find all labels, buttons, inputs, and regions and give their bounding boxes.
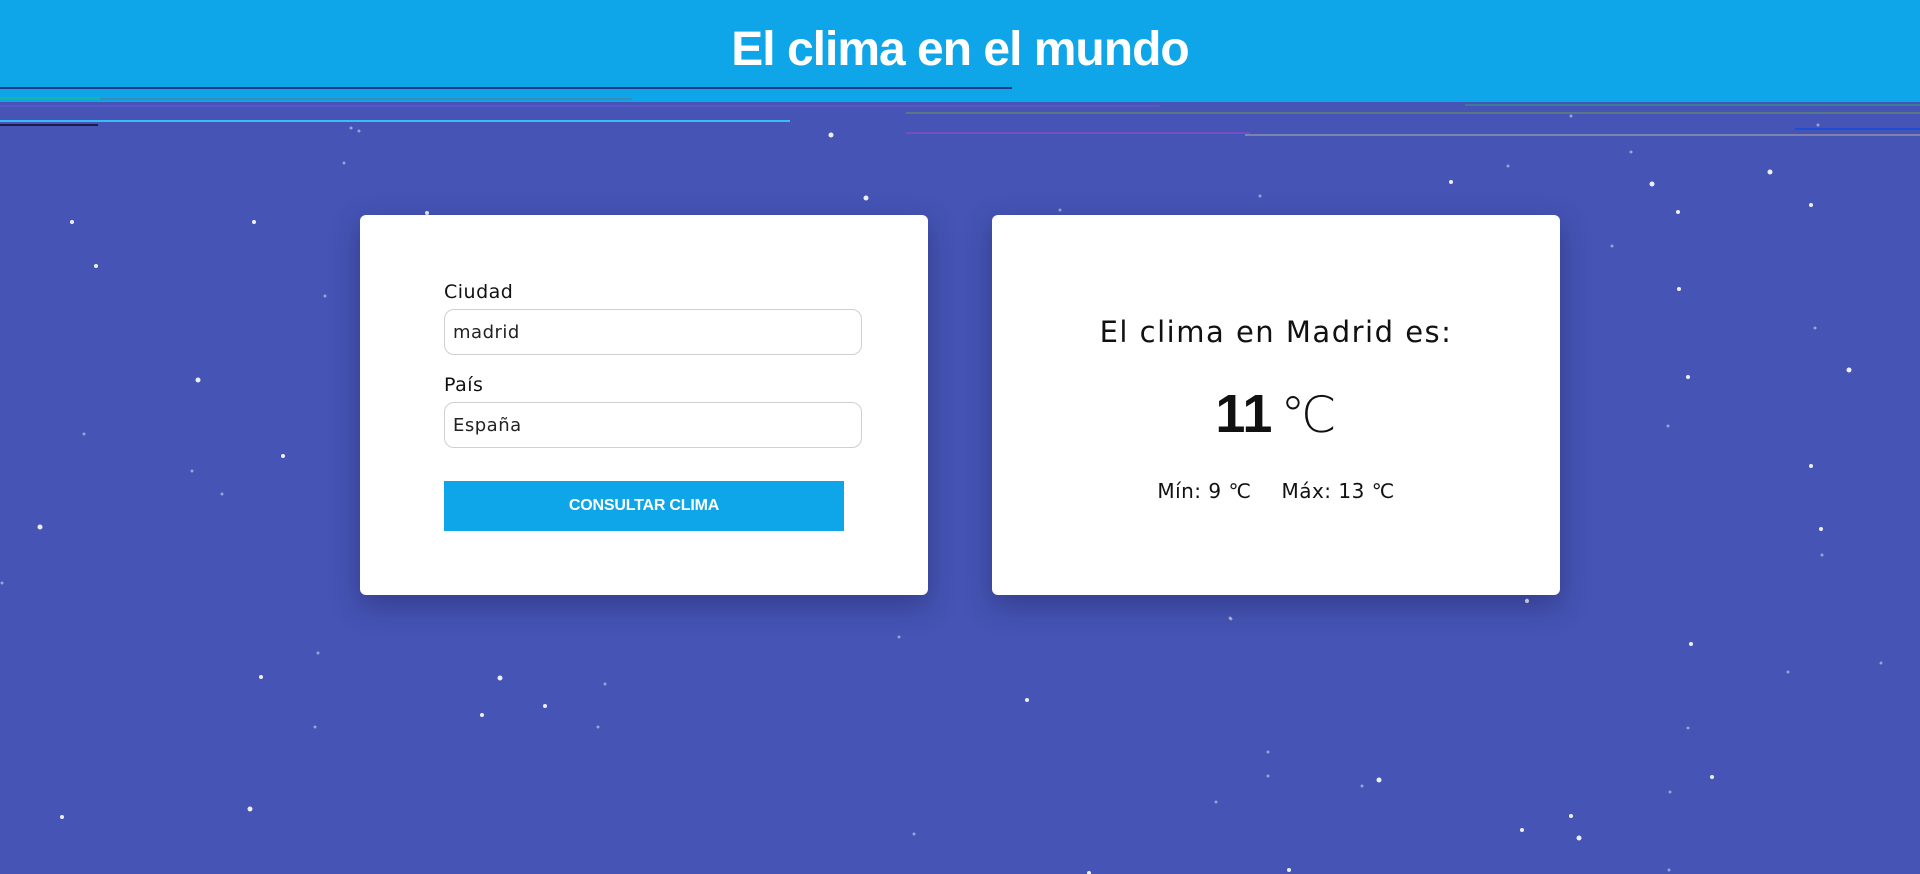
star-dot xyxy=(259,675,263,679)
weather-result-card: El clima en Madrid es: 11 ℃ Mín: 9 ℃ Máx: … xyxy=(992,215,1560,595)
max-temperature: Máx: 13 ℃ xyxy=(1281,479,1395,503)
star-dot xyxy=(1569,114,1573,118)
star-dot xyxy=(82,432,86,436)
star-dot xyxy=(1786,670,1790,674)
star-dot xyxy=(190,469,194,473)
city-label: Ciudad xyxy=(444,281,514,303)
star-dot xyxy=(828,132,834,138)
result-heading: El clima en Madrid es: xyxy=(1099,315,1453,349)
star-dot xyxy=(1879,661,1883,665)
star-dot xyxy=(912,832,916,836)
star-dot xyxy=(281,454,285,458)
star-dot xyxy=(1819,527,1823,531)
star-dot xyxy=(480,713,484,717)
star-dot xyxy=(897,635,901,639)
star-dot xyxy=(94,264,98,268)
star-dot xyxy=(1228,616,1232,620)
star-dot xyxy=(1649,181,1655,187)
star-dot xyxy=(1449,180,1453,184)
star-dot xyxy=(37,524,43,530)
min-temperature: Mín: 9 ℃ xyxy=(1157,479,1252,503)
star-dot xyxy=(1809,464,1813,468)
star-dot xyxy=(316,651,320,655)
star-dot xyxy=(1816,123,1820,127)
country-input[interactable] xyxy=(444,402,862,448)
star-dot xyxy=(1813,326,1817,330)
temperature-range: Mín: 9 ℃ Máx: 13 ℃ xyxy=(992,479,1560,503)
star-dot xyxy=(1376,777,1382,783)
star-dot xyxy=(1676,210,1680,214)
star-dot xyxy=(1229,617,1233,621)
city-input[interactable] xyxy=(444,309,862,355)
star-dot xyxy=(1287,868,1291,872)
star-dot xyxy=(863,195,869,201)
star-dot xyxy=(1677,287,1681,291)
star-dot xyxy=(1360,784,1364,788)
star-dot xyxy=(1668,790,1672,794)
star-dot xyxy=(357,129,361,133)
star-dot xyxy=(220,492,224,496)
star-dot xyxy=(1686,375,1690,379)
star-dot xyxy=(603,682,607,686)
star-dot xyxy=(497,675,503,681)
star-dot xyxy=(247,806,253,812)
star-dot xyxy=(349,126,353,130)
current-temperature: 11 ℃ xyxy=(992,383,1560,445)
star-dot xyxy=(342,161,346,165)
star-dot xyxy=(60,815,64,819)
star-dot xyxy=(596,725,600,729)
star-dot xyxy=(1667,868,1671,872)
star-dot xyxy=(1214,800,1218,804)
star-dot xyxy=(1666,424,1670,428)
star-dot xyxy=(1258,194,1262,198)
temperature-unit: ℃ xyxy=(1280,386,1337,444)
star-dot xyxy=(1610,244,1614,248)
country-label: País xyxy=(444,374,484,396)
star-dot xyxy=(1266,774,1270,778)
star-dot xyxy=(195,377,201,383)
search-form-card: Ciudad País CONSULTAR CLIMA xyxy=(360,215,928,595)
temperature-value: 11 xyxy=(1215,384,1273,444)
star-dot xyxy=(1629,150,1633,154)
star-dot xyxy=(0,581,4,585)
star-dot xyxy=(1569,814,1573,818)
star-dot xyxy=(1520,828,1524,832)
star-dot xyxy=(1506,164,1510,168)
star-dot xyxy=(1525,598,1529,602)
star-dot xyxy=(1686,726,1690,730)
app-header: El clima en el mundo xyxy=(0,0,1920,102)
star-dot xyxy=(1809,203,1813,207)
star-dot xyxy=(1576,835,1582,841)
star-dot xyxy=(543,704,547,708)
star-dot xyxy=(1025,698,1029,702)
star-dot xyxy=(1525,599,1529,603)
star-dot xyxy=(1058,208,1062,212)
check-weather-button[interactable]: CONSULTAR CLIMA xyxy=(444,481,844,531)
starfield-background xyxy=(0,114,1883,874)
star-dot xyxy=(1710,775,1714,779)
star-dot xyxy=(1266,750,1270,754)
star-dot xyxy=(1689,642,1693,646)
star-dot xyxy=(323,294,327,298)
star-dot xyxy=(1846,367,1852,373)
page-title: El clima en el mundo xyxy=(731,23,1189,76)
star-dot xyxy=(1767,169,1773,175)
star-dot xyxy=(313,725,317,729)
star-dot xyxy=(252,220,256,224)
star-dot xyxy=(1820,553,1824,557)
star-dot xyxy=(70,220,74,224)
